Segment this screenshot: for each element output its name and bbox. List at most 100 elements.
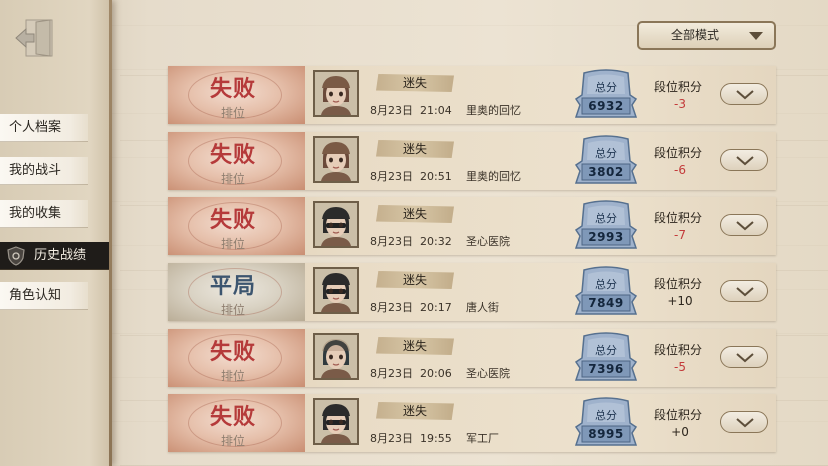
match-datetime: 8月23日 19:55 <box>370 430 452 446</box>
portrait-icon <box>315 269 357 312</box>
expand-button[interactable] <box>720 214 768 236</box>
score-badge: 总分 2993 <box>574 200 638 252</box>
score-value: 7849 <box>588 296 624 310</box>
portrait-icon <box>315 138 357 181</box>
match-row[interactable]: 失败 排位 迷失 8月23日 19:55 军工厂 总分 8995 段位积分 +0 <box>168 394 776 452</box>
match-type: 排位 <box>220 237 245 251</box>
rank-points-label: 段位积分 <box>654 80 703 94</box>
mode-filter-label: 全部模式 <box>671 28 720 42</box>
score-badge: 总分 6932 <box>574 69 638 121</box>
result-panel: 失败 排位 <box>168 394 305 452</box>
expand-button[interactable] <box>720 83 768 105</box>
exit-door-icon <box>15 19 53 57</box>
score-label: 总分 <box>595 212 617 225</box>
score-label: 总分 <box>595 81 617 94</box>
badge-shape <box>574 69 638 118</box>
mode-filter-dropdown[interactable]: 全部模式 <box>637 21 776 50</box>
rank-points-change: -6 <box>674 163 686 177</box>
nav-item-label: 我的战斗 <box>9 163 62 178</box>
nav-item-label: 历史战绩 <box>34 248 87 263</box>
nav-item-battles[interactable]: 我的战斗 <box>0 157 88 185</box>
match-row[interactable]: 失败 排位 迷失 8月23日 20:06 圣心医院 总分 7396 段位积分 -… <box>168 329 776 387</box>
score-badge: 总分 7849 <box>574 266 638 318</box>
rank-points-label: 段位积分 <box>654 343 703 357</box>
match-type: 排位 <box>220 172 245 186</box>
character-avatar[interactable] <box>313 398 359 445</box>
result-text: 失败 <box>209 76 256 102</box>
status-tag: 迷失 <box>376 402 454 420</box>
match-time: 21:04 <box>420 104 452 117</box>
badge-shape <box>574 332 638 381</box>
chevron-down-icon <box>736 221 754 231</box>
badge-shape <box>574 200 638 249</box>
result-text: 失败 <box>209 339 256 365</box>
match-row[interactable]: 平局 排位 迷失 8月23日 20:17 唐人街 总分 7849 段位积分 +1… <box>168 263 776 321</box>
chevron-down-icon <box>749 32 763 40</box>
match-datetime: 8月23日 20:06 <box>370 365 452 381</box>
score-value: 2993 <box>588 230 624 244</box>
rank-points-change: -3 <box>674 97 686 111</box>
match-date: 8月23日 <box>370 104 413 117</box>
rank-points-label: 段位积分 <box>654 277 703 291</box>
rank-points-label: 段位积分 <box>654 146 703 160</box>
nav-item-history[interactable]: 历史战绩 <box>0 242 112 270</box>
status-tag: 迷失 <box>376 337 454 355</box>
match-type: 排位 <box>220 303 245 317</box>
chevron-down-icon <box>736 287 754 297</box>
match-type: 排位 <box>220 106 245 120</box>
result-text: 失败 <box>209 404 256 430</box>
match-time: 20:17 <box>420 301 452 314</box>
character-avatar[interactable] <box>313 70 359 117</box>
portrait-icon <box>315 335 357 378</box>
result-panel: 失败 排位 <box>168 132 305 190</box>
result-panel: 平局 排位 <box>168 263 305 321</box>
badge-shape <box>574 266 638 315</box>
map-name: 军工厂 <box>466 432 499 445</box>
match-datetime: 8月23日 20:32 <box>370 233 452 249</box>
result-text: 失败 <box>209 142 256 168</box>
result-panel: 失败 排位 <box>168 66 305 124</box>
score-label: 总分 <box>595 409 617 422</box>
character-avatar[interactable] <box>313 201 359 248</box>
score-value: 8995 <box>588 427 624 441</box>
chevron-down-icon <box>736 156 754 166</box>
rank-points-change: +10 <box>667 294 693 308</box>
match-datetime: 8月23日 21:04 <box>370 102 452 118</box>
score-badge: 总分 7396 <box>574 332 638 384</box>
status-tag: 迷失 <box>376 140 454 158</box>
map-name: 里奥的回忆 <box>466 170 521 183</box>
nav-item-collection[interactable]: 我的收集 <box>0 200 88 228</box>
status-tag: 迷失 <box>376 271 454 289</box>
portrait-icon <box>315 203 357 246</box>
result-text: 失败 <box>209 207 256 233</box>
map-name: 圣心医院 <box>466 367 510 380</box>
character-avatar[interactable] <box>313 267 359 314</box>
result-panel: 失败 排位 <box>168 197 305 255</box>
nav-item-character[interactable]: 角色认知 <box>0 282 88 310</box>
match-type: 排位 <box>220 369 245 383</box>
badge-shape <box>574 135 638 184</box>
character-avatar[interactable] <box>313 136 359 183</box>
match-row[interactable]: 失败 排位 迷失 8月23日 20:32 圣心医院 总分 2993 段位积分 -… <box>168 197 776 255</box>
shield-icon <box>7 246 25 266</box>
match-row[interactable]: 失败 排位 迷失 8月23日 21:04 里奥的回忆 总分 6932 段位积分 … <box>168 66 776 124</box>
score-badge: 总分 3802 <box>574 135 638 187</box>
match-row[interactable]: 失败 排位 迷失 8月23日 20:51 里奥的回忆 总分 3802 段位积分 … <box>168 132 776 190</box>
expand-button[interactable] <box>720 149 768 171</box>
match-time: 20:51 <box>420 170 452 183</box>
nav-item-label: 我的收集 <box>9 206 62 221</box>
character-avatar[interactable] <box>313 333 359 380</box>
match-time: 19:55 <box>420 432 452 445</box>
score-label: 总分 <box>595 278 617 291</box>
expand-button[interactable] <box>720 346 768 368</box>
match-time: 20:32 <box>420 235 452 248</box>
expand-button[interactable] <box>720 411 768 433</box>
status-tag: 迷失 <box>376 74 454 92</box>
expand-button[interactable] <box>720 280 768 302</box>
nav-item-profile[interactable]: 个人档案 <box>0 114 88 142</box>
back-button[interactable] <box>14 16 58 60</box>
score-value: 3802 <box>588 165 624 179</box>
sidebar: 个人档案 我的战斗 我的收集 历史战绩 角色认知 <box>0 0 112 466</box>
match-datetime: 8月23日 20:17 <box>370 299 452 315</box>
match-date: 8月23日 <box>370 367 413 380</box>
